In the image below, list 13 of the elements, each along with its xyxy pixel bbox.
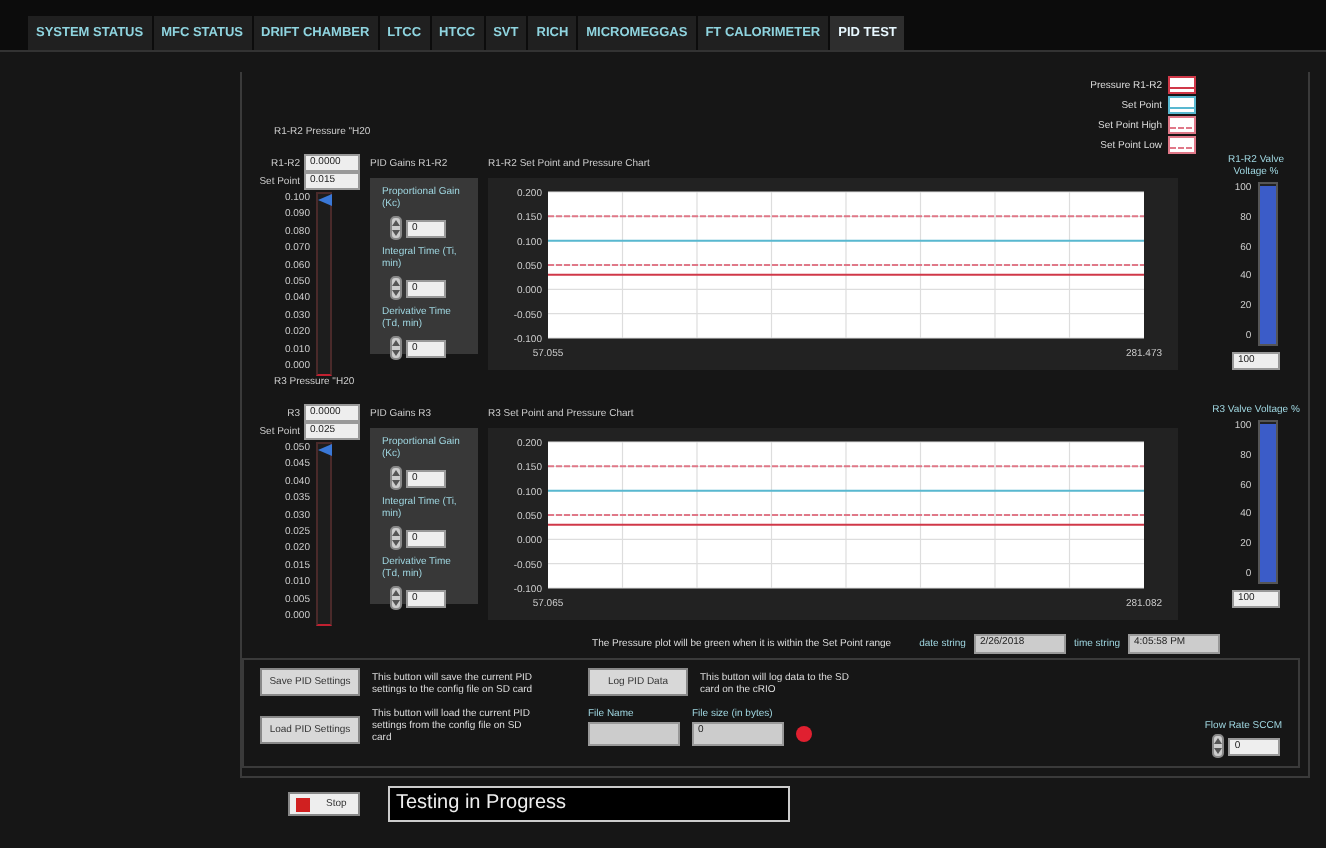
slider-track[interactable] — [316, 192, 332, 376]
spinner-icon[interactable] — [390, 216, 402, 240]
slider-thumb[interactable] — [318, 194, 332, 206]
file-name-field[interactable] — [588, 722, 680, 746]
slider-track[interactable] — [316, 442, 332, 626]
slider-thumb[interactable] — [318, 444, 332, 456]
spinner-icon[interactable] — [1212, 734, 1225, 758]
status-display: Testing in Progress — [388, 786, 790, 822]
spinner-icon[interactable] — [390, 276, 402, 300]
spinner-icon[interactable] — [390, 336, 402, 360]
spinner-icon[interactable] — [390, 526, 402, 550]
spinner-icon[interactable] — [390, 466, 402, 490]
spinner-icon[interactable] — [390, 586, 402, 610]
